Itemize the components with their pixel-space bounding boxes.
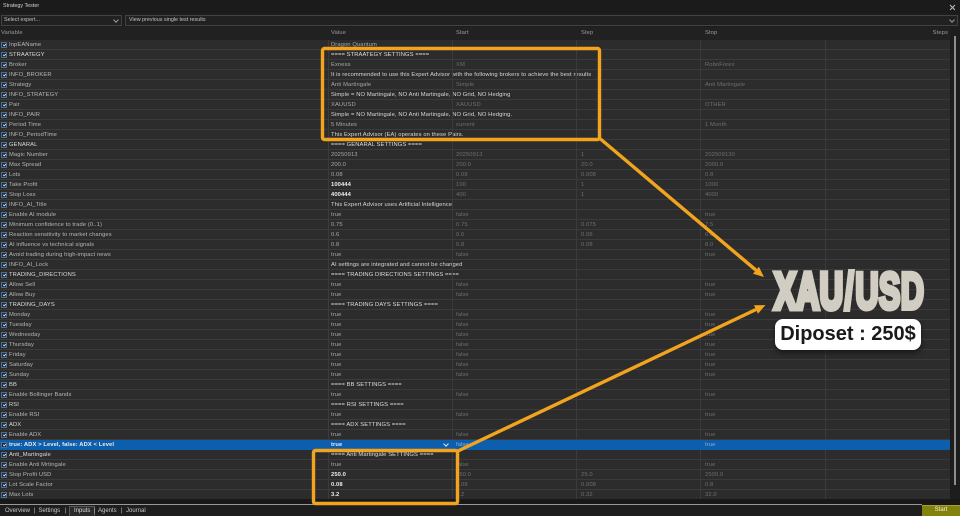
svg-text:XAU/USD: XAU/USD [774,263,924,320]
